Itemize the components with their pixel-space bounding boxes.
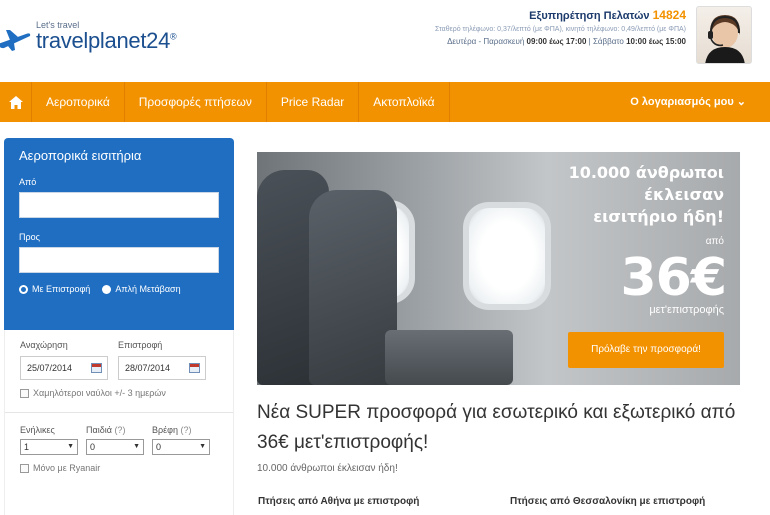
passenger-labels: Ενήλικες Παιδιά (?) Βρέφη (?) (20, 425, 218, 435)
plane-logo-icon (0, 30, 31, 51)
airplane-seat (309, 190, 397, 385)
logo-text: travelplanet24® (36, 28, 177, 53)
hero-price: 36€ (620, 248, 727, 308)
promo-subtitle: 10.000 άνθρωποι έκλεισαν ήδη! (257, 463, 398, 474)
hero-from: από (705, 236, 724, 247)
flex-dates-label[interactable]: Χαμηλότεροι ναύλοι +/- 3 ημερών (33, 388, 166, 398)
flex-dates-checkbox[interactable] (20, 388, 29, 398)
roundtrip-label[interactable]: Με Επιστροφή (32, 284, 90, 294)
dates-row: 25/07/2014 28/07/2014 (20, 356, 218, 380)
grab-offer-button[interactable]: Πρόλαβε την προσφορά! (568, 332, 724, 368)
children-help[interactable]: (?) (114, 425, 125, 435)
airplane-window (463, 202, 551, 310)
search-bottom-panel: Αναχώρηση Επιστροφή 25/07/2014 28/07/201… (4, 330, 234, 515)
adults-select[interactable]: 1 (20, 439, 78, 455)
to-input[interactable] (19, 247, 219, 273)
ryanair-option[interactable]: Μόνο με Ryanair (20, 463, 218, 473)
agent-photo-icon (705, 15, 745, 63)
adults-label: Ενήλικες (20, 425, 55, 435)
support-rates: Σταθερό τηλέφωνο: 0,37/λεπτό (με ΦΠΑ), κ… (435, 26, 686, 33)
nav-ferries[interactable]: Ακτοπλοϊκά (359, 82, 450, 122)
infants-select[interactable]: 0 (152, 439, 210, 455)
calendar-icon[interactable] (91, 363, 102, 373)
to-label: Προς (19, 232, 40, 242)
support-hours: Δευτέρα - Παρασκευή 09:00 έως 17:00 | Σά… (447, 37, 686, 46)
depart-date-input[interactable]: 25/07/2014 (20, 356, 108, 380)
my-account-menu[interactable]: Ο λογαριασμός μου ⌄ (630, 82, 746, 122)
ryanair-checkbox[interactable] (20, 463, 29, 473)
nav-price-radar[interactable]: Price Radar (267, 82, 360, 122)
return-label: Επιστροφή (118, 340, 163, 350)
support-number[interactable]: 14824 (653, 8, 686, 22)
hero-headline: 10.000 άνθρωποι έκλεισαν εισιτήριο ήδη! (568, 163, 724, 226)
children-label: Παιδιά (?) (86, 425, 126, 435)
from-input[interactable] (19, 192, 219, 218)
airplane-seat (385, 330, 513, 385)
hero-price-note: μετ'επιστροφής (649, 304, 724, 316)
athens-flights-heading[interactable]: Πτήσεις από Αθήνα με επιστροφή (258, 496, 419, 507)
flight-search-box: Αεροπορικά εισιτήρια Από Προς Με Επιστρο… (4, 138, 234, 515)
oneway-radio[interactable] (102, 284, 112, 294)
nav-home[interactable] (0, 82, 32, 122)
depart-label: Αναχώρηση (20, 340, 68, 350)
children-select[interactable]: 0 (86, 439, 144, 455)
from-label: Από (19, 177, 37, 187)
nav-flight-deals[interactable]: Προσφορές πτήσεων (125, 82, 267, 122)
dates-labels: Αναχώρηση Επιστροφή (20, 340, 218, 350)
promo-title: Νέα SUPER προσφορά για εσωτερικό και εξω… (257, 402, 736, 453)
customer-support: Εξυπηρέτηση Πελατών 14824 Σταθερό τηλέφω… (435, 8, 686, 46)
return-date-input[interactable]: 28/07/2014 (118, 356, 206, 380)
search-title: Αεροπορικά εισιτήρια (19, 148, 142, 163)
roundtrip-radio[interactable] (19, 284, 28, 294)
trip-type: Με Επιστροφή Απλή Μετάβαση (19, 284, 219, 294)
nav-flights[interactable]: Αεροπορικά (32, 82, 125, 122)
ryanair-label[interactable]: Μόνο με Ryanair (33, 463, 100, 473)
calendar-icon[interactable] (189, 363, 200, 373)
oneway-label[interactable]: Απλή Μετάβαση (115, 284, 180, 294)
search-top-panel: Αεροπορικά εισιτήρια Από Προς Με Επιστρο… (4, 138, 234, 330)
main-nav: Αεροπορικά Προσφορές πτήσεων Price Radar… (0, 82, 770, 122)
promo-banner[interactable]: 10.000 άνθρωποι έκλεισαν εισιτήριο ήδη! … (257, 152, 740, 385)
infants-help[interactable]: (?) (181, 425, 192, 435)
divider (5, 412, 233, 413)
flex-dates-option[interactable]: Χαμηλότεροι ναύλοι +/- 3 ημερών (20, 388, 218, 398)
thessaloniki-flights-heading[interactable]: Πτήσεις από Θεσσαλονίκη με επιστροφή (510, 496, 705, 507)
support-title: Εξυπηρέτηση Πελατών 14824 (529, 8, 686, 22)
home-icon (8, 95, 23, 109)
site-header: Let's travel travelplanet24® Εξυπηρέτηση… (0, 0, 770, 82)
infants-label: Βρέφη (?) (152, 425, 192, 435)
support-agent-avatar (696, 6, 752, 64)
passenger-selects: 1 0 0 (20, 439, 218, 455)
